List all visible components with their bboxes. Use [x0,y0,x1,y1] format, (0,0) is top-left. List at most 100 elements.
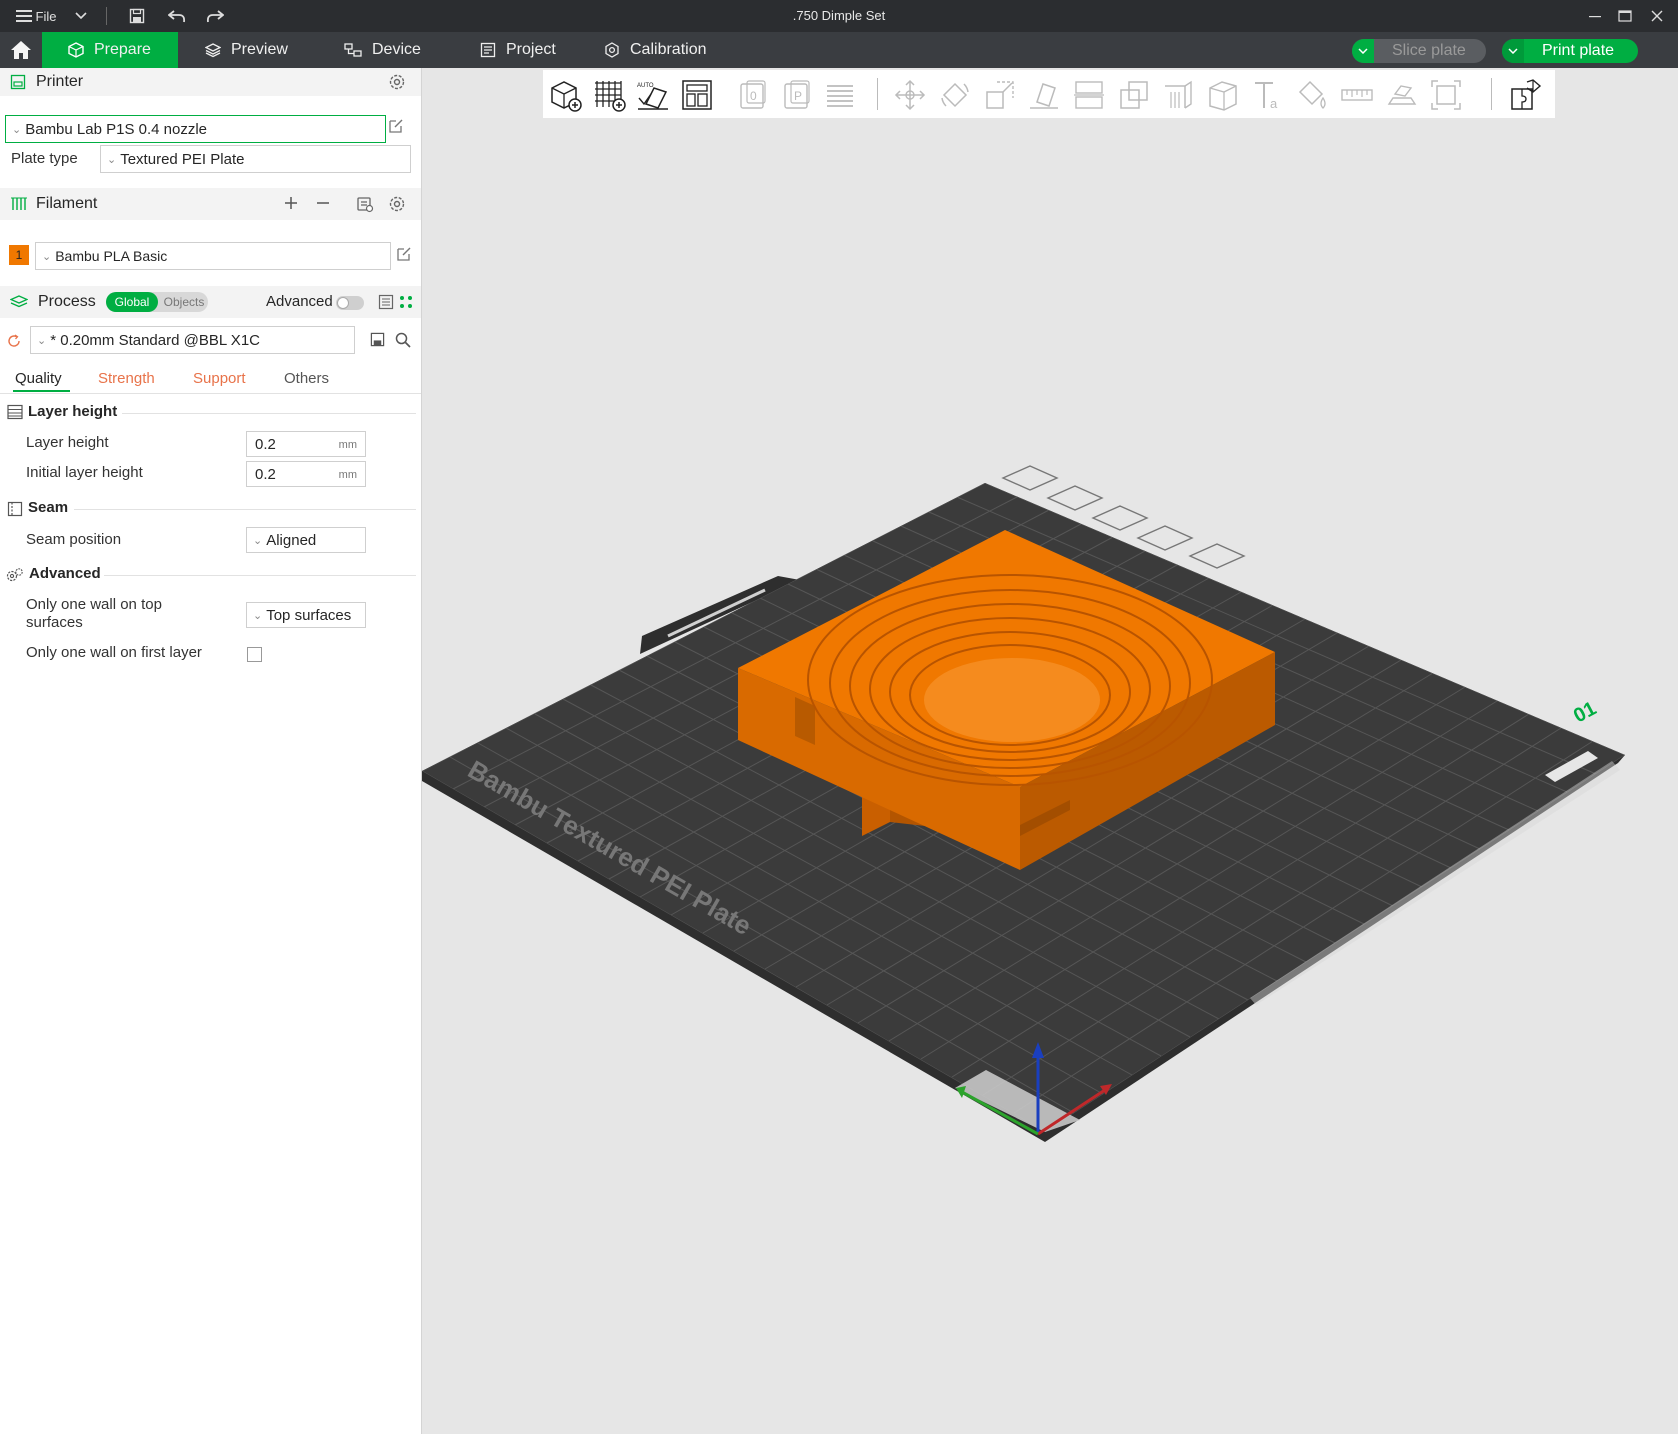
minus-icon[interactable] [316,196,330,210]
svg-text:P: P [794,89,802,103]
redo-icon[interactable] [204,0,226,32]
process-preset-select[interactable]: ⌄ * 0.20mm Standard @BBL X1C [30,326,355,354]
one-wall-first-layer-label: Only one wall on first layer [26,644,202,661]
gear-icon[interactable] [388,73,406,91]
process-preset-name: * 0.20mm Standard @BBL X1C [50,331,260,349]
cut-icon[interactable] [1072,78,1106,112]
fit-view-icon[interactable] [1429,78,1463,112]
initial-layer-height-input[interactable]: 0.2 mm [246,461,366,487]
edit-icon[interactable] [396,246,412,262]
filament-select[interactable]: ⌄ Bambu PLA Basic [35,242,391,270]
tab-others[interactable]: Others [284,370,329,387]
layer-height-input[interactable]: 0.2 mm [246,431,366,457]
plus-icon[interactable] [284,196,298,210]
measure-icon[interactable] [1340,78,1374,112]
slice-plate-button[interactable]: Slice plate [1352,39,1486,63]
close-icon[interactable] [1644,0,1670,32]
calibration-icon [605,42,619,58]
lay-on-face-icon[interactable] [1027,78,1061,112]
edit-icon[interactable] [388,118,404,134]
support-paint-icon[interactable] [1161,78,1195,112]
one-wall-first-layer-checkbox[interactable] [247,647,262,662]
svg-text:0: 0 [750,89,757,103]
seam-position-select[interactable]: ⌄ Aligned [246,527,366,553]
title-bar: File .750 Dimple Set [0,0,1678,32]
gear-icon[interactable] [388,195,406,213]
tab-strength[interactable]: Strength [98,370,155,387]
chevron-down-icon[interactable] [1352,39,1374,63]
save-icon[interactable] [370,332,385,347]
minimize-icon[interactable] [1582,0,1608,32]
tab-device[interactable]: Device [344,32,421,68]
tree-icon[interactable] [398,294,414,310]
chevron-down-icon[interactable] [1502,39,1524,63]
orient-plate-icon [1046,485,1104,511]
seam-position-value: Aligned [266,531,317,549]
filament-slot-badge[interactable]: 1 [9,245,29,265]
chevron-down-icon: ⌄ [37,334,47,347]
save-icon[interactable] [126,0,148,32]
seam-position-label: Seam position [26,531,122,548]
layer-height-group-label: Layer height [28,403,118,420]
file-menu[interactable]: File [34,0,58,32]
search-icon[interactable] [395,332,411,348]
maximize-icon[interactable] [1612,0,1638,32]
tab-project[interactable]: Project [480,32,556,68]
arrange-icon[interactable] [680,78,714,112]
tab-prepare-label: Prepare [94,41,151,58]
layer-height-label: Layer height [26,434,109,451]
add-cube-icon[interactable] [548,78,582,112]
auto-orient-icon[interactable]: AUTO [636,78,670,112]
color-paint-icon[interactable] [1295,78,1329,112]
close-plate-icon [1001,465,1059,491]
grid-icon[interactable] [592,78,626,112]
plate-number: 01 [1570,698,1600,728]
separator [877,78,878,110]
seam-paint-icon[interactable] [1206,78,1240,112]
slice-plate-label: Slice plate [1392,42,1466,59]
boolean-icon[interactable] [1117,78,1151,112]
text-icon[interactable]: a [1251,78,1285,112]
tab-prepare[interactable]: Prepare [42,32,178,68]
move-icon[interactable] [893,78,927,112]
filament-icon [10,196,28,212]
reset-icon[interactable] [7,334,21,348]
tab-quality[interactable]: Quality [15,370,62,387]
assembly-icon[interactable] [1385,78,1419,112]
window-title: .750 Dimple Set [792,8,886,23]
printer-name: Bambu Lab P1S 0.4 nozzle [25,120,208,138]
filament-sync-icon[interactable] [356,195,374,213]
add-plate-icon[interactable]: 0 [736,78,770,112]
layers-icon[interactable] [823,78,857,112]
objects-option[interactable]: Objects [160,292,208,312]
scale-icon[interactable] [983,78,1017,112]
one-wall-top-select[interactable]: ⌄ Top surfaces [246,602,366,628]
advanced-toggle[interactable] [336,296,364,310]
tab-support[interactable]: Support [193,370,246,387]
split-objects-icon[interactable] [1509,78,1543,112]
plate-settings-icon[interactable]: P [780,78,814,112]
plate-type-select[interactable]: ⌄ Textured PEI Plate [100,145,411,173]
advanced-toggle-label: Advanced [266,293,333,310]
printer-select[interactable]: ⌄ Bambu Lab P1S 0.4 nozzle [5,115,386,143]
tab-preview[interactable]: Preview [205,32,288,68]
3d-viewport[interactable]: Bambu Textured PEI Plate 01 [422,118,1678,1434]
tab-calibration-label: Calibration [630,41,707,58]
global-objects-toggle[interactable]: Global Objects [106,292,208,312]
layer-height-icon [7,404,23,420]
global-option[interactable]: Global [106,292,158,312]
tab-calibration[interactable]: Calibration [604,32,706,68]
chevron-down-icon: ⌄ [107,153,117,166]
rotate-icon[interactable] [938,78,972,112]
tab-preview-label: Preview [231,41,288,58]
print-plate-button[interactable]: Print plate [1502,39,1638,63]
home-icon[interactable] [0,32,42,68]
advanced-gears-icon [6,567,24,583]
separator [122,413,416,414]
settings-panel: Printer ⌄ Bambu Lab P1S 0.4 nozzle Plate… [0,68,422,1434]
chevron-down-icon[interactable] [70,0,92,32]
tab-quality-underline [13,390,70,392]
undo-icon[interactable] [166,0,188,32]
list-icon[interactable] [378,294,394,310]
separator [104,575,416,576]
